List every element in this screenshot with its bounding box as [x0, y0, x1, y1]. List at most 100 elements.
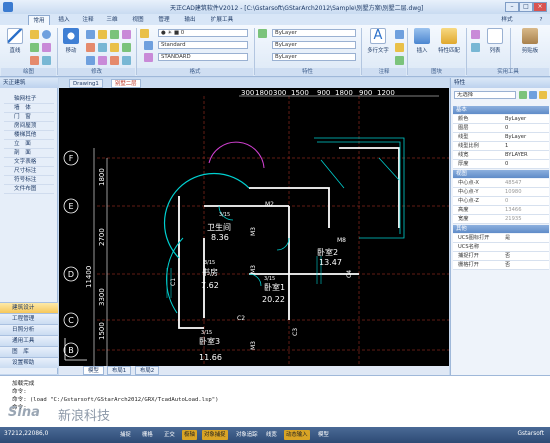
arc-icon[interactable]	[30, 43, 39, 52]
menu-elevation[interactable]: 立 面	[4, 140, 54, 149]
table-icon[interactable]	[395, 56, 404, 65]
tab-home[interactable]: 常用	[28, 15, 50, 25]
mirror-icon[interactable]	[110, 30, 119, 39]
prop-ltscale[interactable]: 线型比例 1	[453, 142, 549, 151]
array-icon[interactable]	[86, 56, 95, 65]
lineweight-toggle[interactable]: 线宽	[264, 430, 279, 440]
minimize-button[interactable]: –	[505, 2, 519, 12]
dynamic-input-toggle[interactable]: 动态输入	[284, 430, 310, 440]
line-button[interactable]: 直线	[5, 28, 25, 54]
scale-icon[interactable]	[122, 30, 131, 39]
dimension-icon[interactable]	[395, 30, 404, 39]
list-button[interactable]: 列表	[482, 28, 508, 54]
lineweight-combo[interactable]: ByLayer	[272, 53, 356, 61]
tab-view[interactable]: 视图	[128, 15, 148, 25]
menu-axis-column[interactable]: 轴网柱子	[4, 95, 54, 104]
extend-icon[interactable]	[98, 43, 107, 52]
nav-architecture[interactable]: 建筑设计	[0, 302, 58, 313]
select-icon[interactable]	[471, 43, 480, 52]
menu-room-roof[interactable]: 房间屋顶	[4, 122, 54, 131]
match-properties-icon[interactable]	[258, 29, 267, 38]
menu-dimension[interactable]: 尺寸标注	[4, 167, 54, 176]
prop-thickness[interactable]: 厚度 0	[453, 160, 549, 169]
prop-snap-on[interactable]: 捕捉打开否	[453, 252, 549, 261]
rectangle-icon[interactable]	[42, 43, 51, 52]
otrack-toggle[interactable]: 对象追踪	[234, 430, 260, 440]
section-basic[interactable]: 基本	[453, 106, 549, 114]
layer-state-combo[interactable]: ● ☀ ■ 0	[158, 29, 248, 37]
drawing-canvas[interactable]: 300 1800 300 1500 900 1800 900 1200 1800…	[59, 88, 449, 366]
quick-select-icon[interactable]	[539, 91, 547, 99]
prop-ucs-icon-on[interactable]: UCS图标打开是	[453, 234, 549, 243]
offset-icon[interactable]	[110, 43, 119, 52]
tab-layout2[interactable]: 布局2	[135, 366, 160, 375]
selection-combo[interactable]: 无选择	[454, 91, 516, 99]
prop-linetype[interactable]: 线型 ByLayer	[453, 133, 549, 142]
tab-3d[interactable]: 三维	[102, 15, 122, 25]
measure-icon[interactable]	[471, 30, 480, 39]
prop-layer[interactable]: 图层 0	[453, 124, 549, 133]
maximize-button[interactable]: □	[519, 2, 533, 12]
move-button[interactable]: 移动	[61, 28, 81, 54]
prop-lineweight[interactable]: 线宽 BYLAYER	[453, 151, 549, 160]
tab-model[interactable]: 模型	[83, 366, 104, 375]
properties-button[interactable]: 特性匹配	[436, 28, 462, 54]
prop-ucs-name[interactable]: UCS名称	[453, 243, 549, 252]
mtext-button[interactable]: A 多行文字	[364, 28, 392, 54]
prop-color[interactable]: 颜色 ByLayer	[453, 115, 549, 124]
erase-icon[interactable]	[110, 56, 119, 65]
fillet-icon[interactable]	[122, 43, 131, 52]
nav-library[interactable]: 图 库	[0, 346, 58, 357]
clipboard-button[interactable]: 剪贴板	[514, 28, 546, 54]
menu-symbol[interactable]: 符号标注	[4, 176, 54, 185]
dim-style-combo[interactable]: STANDARD	[158, 53, 248, 61]
polar-toggle[interactable]: 极轴	[182, 430, 197, 440]
doc-tab-villa[interactable]: 别墅二层	[111, 79, 141, 88]
color-combo[interactable]: ByLayer	[272, 29, 356, 37]
section-view[interactable]: 视图	[453, 170, 549, 178]
prop-grid-on[interactable]: 栅格打开否	[453, 261, 549, 270]
stretch-icon[interactable]	[98, 56, 107, 65]
select-objects-icon[interactable]	[529, 91, 537, 99]
close-button[interactable]: ×	[533, 2, 547, 12]
menu-section[interactable]: 剖 面	[4, 149, 54, 158]
menu-door-window[interactable]: 门 窗	[4, 113, 54, 122]
tab-extensions[interactable]: 扩展工具	[206, 15, 238, 25]
menu-text-table[interactable]: 文字表格	[4, 158, 54, 167]
nav-tools[interactable]: 通用工具	[0, 335, 58, 346]
grid-toggle[interactable]: 栅格	[140, 430, 155, 440]
section-misc[interactable]: 其他	[453, 225, 549, 233]
nav-project[interactable]: 工程管理	[0, 313, 58, 324]
copy-icon[interactable]	[86, 30, 95, 39]
tab-manage[interactable]: 管理	[154, 15, 174, 25]
tab-insert[interactable]: 插入	[54, 15, 74, 25]
leader-icon[interactable]	[395, 43, 404, 52]
osnap-toggle[interactable]: 对象捕捉	[202, 430, 228, 440]
menu-stairs[interactable]: 楼梯其他	[4, 131, 54, 140]
linetype-combo[interactable]: ByLayer	[272, 41, 356, 49]
tab-annotate[interactable]: 注释	[78, 15, 98, 25]
menu-wall[interactable]: 墙 体	[4, 104, 54, 113]
insert-button[interactable]: 插入	[411, 28, 433, 54]
style-label[interactable]: 样式	[498, 15, 516, 25]
tab-output[interactable]: 输出	[180, 15, 200, 25]
toggle-pickadd-icon[interactable]	[519, 91, 527, 99]
text-style-combo[interactable]: Standard	[158, 41, 248, 49]
trim-icon[interactable]	[86, 43, 95, 52]
snap-toggle[interactable]: 捕捉	[118, 430, 133, 440]
circle-icon[interactable]	[42, 30, 51, 39]
app-icon[interactable]	[3, 2, 13, 12]
explode-icon[interactable]	[122, 56, 131, 65]
doc-tab-drawing1[interactable]: Drawing1	[69, 79, 103, 88]
model-toggle[interactable]: 模型	[316, 430, 331, 440]
polyline-icon[interactable]	[30, 30, 39, 39]
nav-sunlight[interactable]: 日照分析	[0, 324, 58, 335]
nav-settings-help[interactable]: 设置帮助	[0, 357, 58, 368]
menu-file-layout[interactable]: 文件布图	[4, 185, 54, 194]
tab-layout1[interactable]: 布局1	[107, 366, 132, 375]
rotate-icon[interactable]	[98, 30, 107, 39]
ortho-toggle[interactable]: 正交	[162, 430, 177, 440]
hatch-icon[interactable]	[30, 56, 39, 65]
help-icon[interactable]: ?	[536, 15, 546, 25]
ellipse-icon[interactable]	[42, 56, 51, 65]
